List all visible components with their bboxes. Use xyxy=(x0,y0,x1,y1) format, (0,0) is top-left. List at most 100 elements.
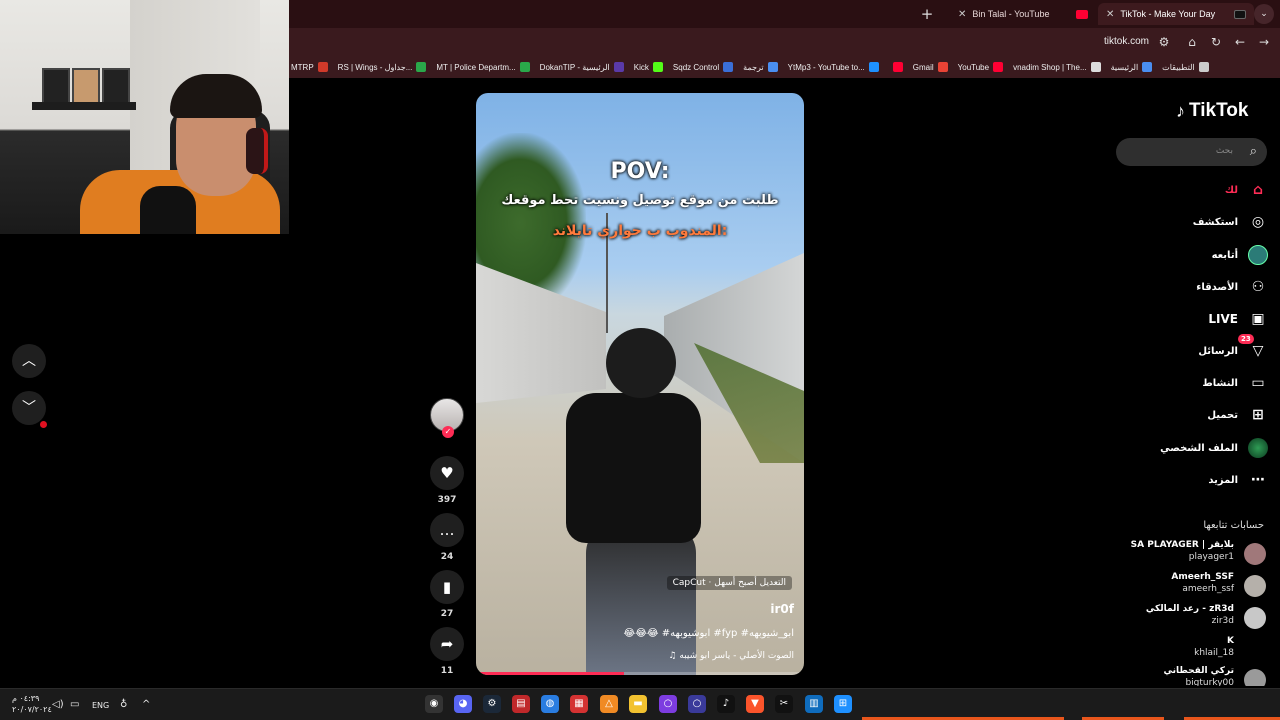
comment-button[interactable]: … 24 xyxy=(430,513,464,562)
bookmark-item[interactable]: ترجمة xyxy=(743,62,778,72)
bookmark-item[interactable]: الرئيسية xyxy=(1111,62,1153,72)
sidebar-item-friends[interactable]: الأصدقاء ⚇ xyxy=(1140,275,1268,299)
language-indicator[interactable]: ENG xyxy=(92,701,109,710)
taskbar: ٠٤:٣٩ م ٢٠/٠٧/٢٠٢٤ ◁) ▭ ENG ♁ ^ ◉ ◕ ⚙ ▤ … xyxy=(0,688,1280,720)
file-explorer-icon[interactable]: ▬ xyxy=(629,695,647,713)
bookmark-item[interactable]: التطبيقات xyxy=(1162,62,1209,72)
windows-start-icon[interactable]: ⊞ xyxy=(834,695,852,713)
following-account[interactable]: SA PLAYAGER | بلايقر playager1 xyxy=(1120,540,1266,568)
obs-icon[interactable]: ○ xyxy=(659,695,677,713)
rider-helmet xyxy=(606,328,676,398)
bookmark-label: الرئيسية xyxy=(1110,62,1139,72)
game-launcher-icon[interactable]: ▤ xyxy=(512,695,530,713)
upload-icon: ⊞ xyxy=(1252,407,1264,423)
bookmark-item[interactable]: vnadim Shop | The... xyxy=(1013,62,1101,72)
tab-tiktok[interactable]: ✕ TikTok - Make Your Day xyxy=(1098,3,1254,25)
bookmark-item[interactable]: Kick xyxy=(634,62,663,72)
sidebar-item-profile[interactable]: الملف الشخصي xyxy=(1140,436,1268,460)
site-settings-icon[interactable]: ⚙ xyxy=(1156,34,1172,50)
video-author[interactable]: ir0f xyxy=(770,602,794,616)
close-icon[interactable]: ✕ xyxy=(958,9,966,20)
account-username: playager1 xyxy=(1188,552,1234,562)
search-icon[interactable]: ⌕ xyxy=(1250,144,1257,159)
bookmark-item[interactable]: YouTube xyxy=(958,62,1004,72)
sidebar-item-label: LIVE xyxy=(1208,312,1238,326)
sidebar-item-label: النشاط xyxy=(1202,377,1238,389)
video-sound[interactable]: ♫ الصوت الأصلي - ياسر ابو شيبه xyxy=(668,651,794,661)
sidebar-item-following[interactable]: أتابعه xyxy=(1140,243,1268,267)
store-icon[interactable]: ▥ xyxy=(805,695,823,713)
discord-icon[interactable]: ◕ xyxy=(454,695,472,713)
close-icon[interactable]: ✕ xyxy=(1106,9,1114,20)
bookmark-item[interactable]: YtMp3 - YouTube to... xyxy=(788,62,879,72)
sidebar-item-live[interactable]: LIVE ▣ xyxy=(1140,307,1268,331)
tiktok-note-icon: ♪ xyxy=(1176,100,1185,121)
tab-youtube[interactable]: ✕ Bin Talal - YouTube xyxy=(950,3,1096,25)
volume-icon[interactable]: ◁) xyxy=(52,699,64,710)
recording-app-icon[interactable]: ◉ xyxy=(425,695,443,713)
home-icon[interactable]: ⌂ xyxy=(1184,34,1200,50)
video-player[interactable]: POV: طلبت من موقع توصيل ونسيت تحط موقعك … xyxy=(476,93,804,675)
bookmark-favicon-icon xyxy=(1142,62,1153,72)
sidebar-item-upload[interactable]: تحميل ⊞ xyxy=(1140,403,1268,427)
avatar xyxy=(1244,607,1266,629)
messages-icon: ▽ 23 xyxy=(1238,334,1268,361)
photo-frame xyxy=(102,68,130,104)
new-tab-button[interactable]: + xyxy=(918,5,936,23)
tiktok-icon[interactable]: ♪ xyxy=(717,695,735,713)
creator-avatar[interactable]: ✓ xyxy=(430,398,464,438)
save-button[interactable]: ▮ 27 xyxy=(430,570,464,619)
bookmark-item[interactable]: DokanTIP - الرئيسية xyxy=(540,62,624,72)
tab-title: Bin Talal - YouTube xyxy=(972,9,1050,19)
previous-video-button[interactable]: ︿ xyxy=(12,344,46,378)
brave-icon[interactable]: ▼ xyxy=(746,695,764,713)
avatar xyxy=(1244,575,1266,597)
bookmark-label: vnadim Shop | The... xyxy=(1013,62,1087,72)
sidebar-item-more[interactable]: المزيد ⋯ xyxy=(1140,468,1268,492)
like-button[interactable]: ♥ 397 xyxy=(430,456,464,505)
share-button[interactable]: ➦ 11 xyxy=(430,627,464,676)
bookmark-item[interactable]: Gmail xyxy=(913,62,948,72)
notification-dot xyxy=(40,421,47,428)
follow-plus-icon[interactable]: ✓ xyxy=(442,426,454,438)
next-video-button[interactable]: ﹀ xyxy=(12,391,46,425)
app-circle-icon[interactable]: ○ xyxy=(688,695,706,713)
bookmark-item[interactable] xyxy=(889,62,903,72)
microphone-icon[interactable]: ♁ xyxy=(120,699,127,710)
tiktok-logo[interactable]: ♪ TikTok xyxy=(1176,100,1248,122)
reload-icon[interactable]: ↻ xyxy=(1208,34,1224,50)
video-progress-bar[interactable] xyxy=(476,672,804,675)
following-account[interactable]: Ameerh_SSF ameerh_ssf xyxy=(1120,572,1266,600)
account-username: khlail_18 xyxy=(1194,648,1234,658)
network-icon[interactable]: ▭ xyxy=(70,699,79,710)
sidebar-item-explore[interactable]: استكشف ◎ xyxy=(1140,210,1268,234)
back-icon[interactable]: ← xyxy=(1232,34,1248,50)
vlc-icon[interactable]: △ xyxy=(600,695,618,713)
sidebar-item-activity[interactable]: النشاط ▭ xyxy=(1140,371,1268,395)
following-account[interactable]: تركي القحطاني bigturky00 xyxy=(1120,666,1266,686)
avatar xyxy=(1244,543,1266,565)
bookmark-item[interactable]: Sqdz Control xyxy=(673,62,734,72)
sidebar-item-for-you[interactable]: لك ⌂ xyxy=(1140,178,1268,202)
save-count: 27 xyxy=(440,609,454,619)
capcut-badge[interactable]: CapCut · التعديل أصبح أسهل xyxy=(666,576,792,590)
sidebar-item-messages[interactable]: الرسائل ▽ 23 xyxy=(1140,334,1268,363)
bookmark-favicon-icon xyxy=(416,62,427,72)
system-clock[interactable]: ٠٤:٣٩ م ٢٠/٠٧/٢٠٢٤ xyxy=(12,693,52,715)
bookmark-item[interactable]: RS | Wings - جداول... xyxy=(338,62,427,72)
following-account[interactable]: K khlail_18 xyxy=(1120,636,1266,664)
photo-frame xyxy=(42,68,70,104)
capcut-icon[interactable]: ✂ xyxy=(775,695,793,713)
sidebar-item-label: المزيد xyxy=(1208,474,1238,486)
app-icon[interactable]: ▦ xyxy=(570,695,588,713)
following-account[interactable]: رعد المالكي - zR3d zir3d xyxy=(1120,604,1266,632)
search-input[interactable]: بحث ⌕ xyxy=(1116,138,1267,166)
address-bar[interactable]: tiktok.com xyxy=(1104,36,1149,47)
chevron-up-icon[interactable]: ^ xyxy=(142,699,150,710)
steam-icon[interactable]: ⚙ xyxy=(483,695,501,713)
bookmark-item[interactable]: MT | Police Departm... xyxy=(436,62,530,72)
forward-icon[interactable]: → xyxy=(1256,34,1272,50)
tab-search-dropdown-icon[interactable]: ⌄ xyxy=(1254,4,1274,24)
bookmark-item[interactable]: MTRP xyxy=(291,62,328,72)
chrome-icon[interactable]: ◍ xyxy=(541,695,559,713)
